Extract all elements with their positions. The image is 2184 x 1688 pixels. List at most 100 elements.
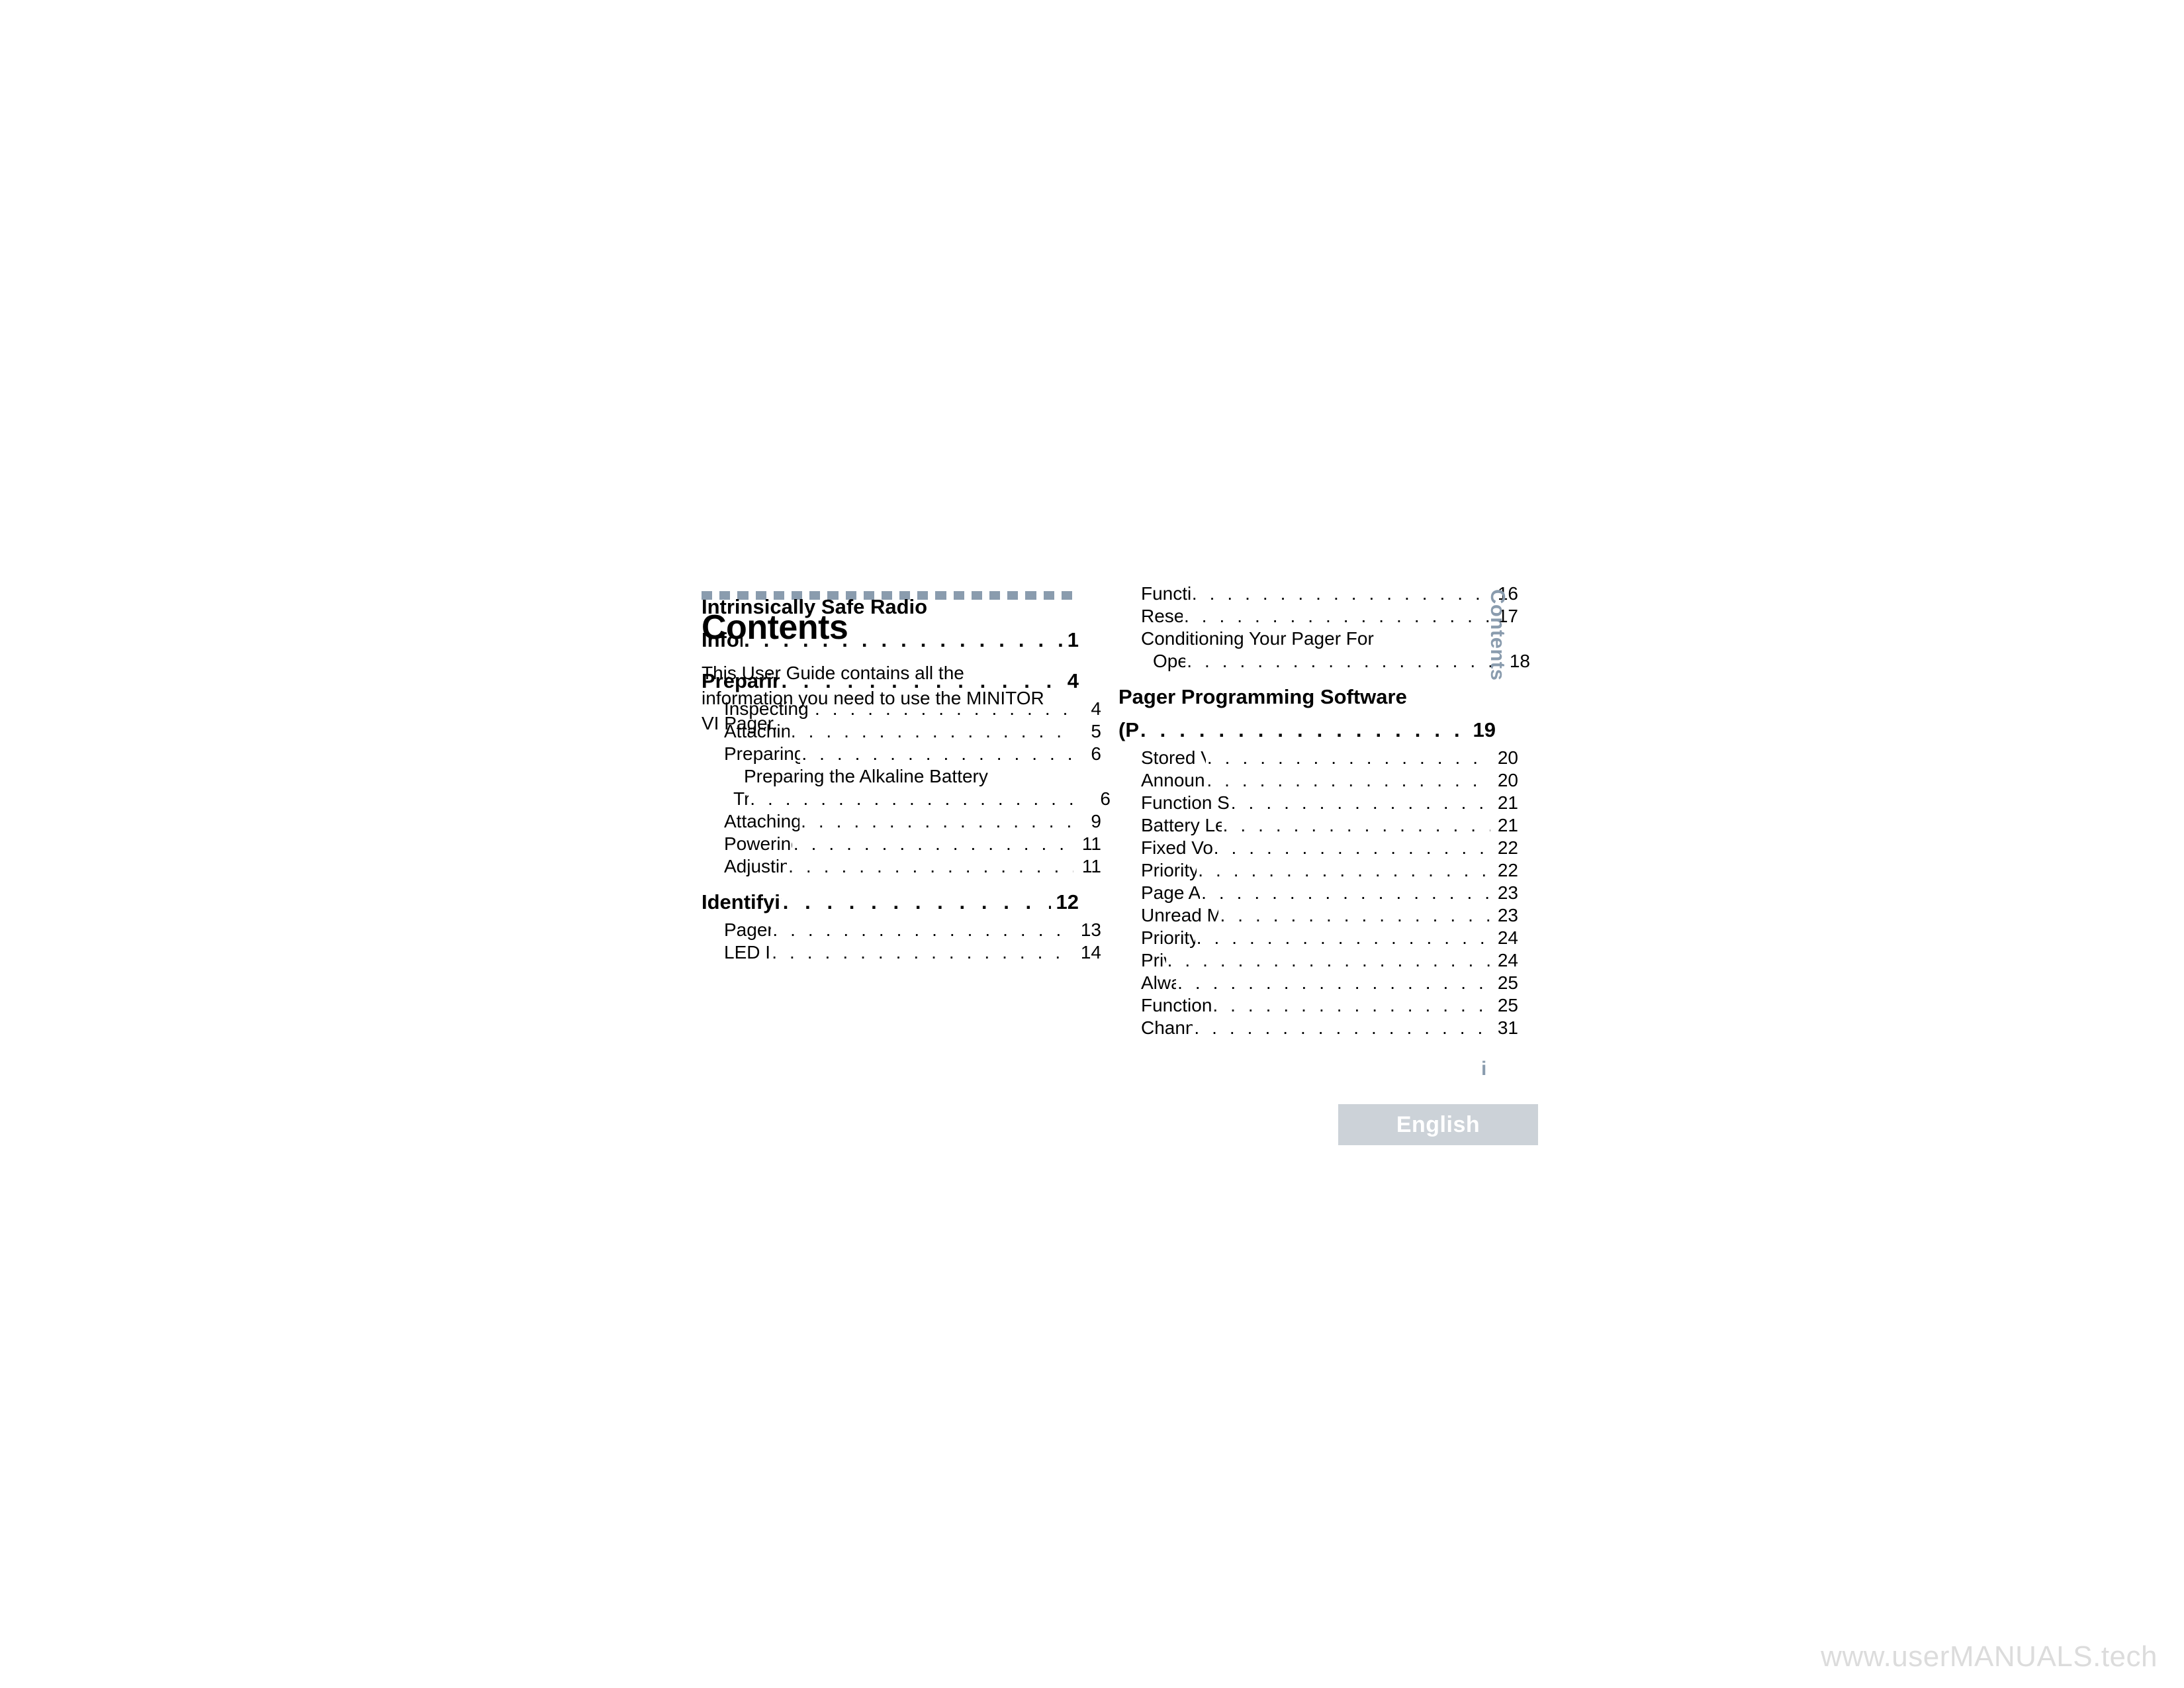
toc-leader-dots: . . . . . . . . . . . . . . . . . . . . … [1213, 837, 1490, 858]
toc-entry-label: Reset Button [1141, 606, 1183, 626]
toc-entry[interactable]: Fixed Volume Page Alert. . . . . . . . .… [1118, 837, 1518, 859]
toc-leader-dots: . . . . . . . . . . . . . . . . . . . . … [1201, 882, 1490, 903]
toc-entry-page: 31 [1497, 1017, 1518, 1038]
toc-column-right: Function Switch. . . . . . . . . . . . .… [1118, 583, 1530, 1039]
toc-entry[interactable]: Function Switch. . . . . . . . . . . . .… [1118, 583, 1518, 605]
toc-leader-dots: . . . . . . . . . . . . . . . . . . . . … [1222, 815, 1490, 835]
toc-entry[interactable]: Pager Controls. . . . . . . . . . . . . … [702, 919, 1101, 941]
toc-entry-page: 4 [1091, 698, 1101, 719]
toc-entry[interactable]: Channel Options. . . . . . . . . . . . .… [1118, 1017, 1518, 1039]
language-bar: English [1338, 1104, 1538, 1145]
toc-entry-page: 11 [1081, 833, 1101, 854]
toc-entry[interactable]: Preparing the Alkaline Battery [702, 765, 1121, 788]
toc-entry-page: 22 [1497, 837, 1518, 858]
toc-entry-label: Pager Programming Software [1118, 685, 1407, 708]
toc-leader-dots: . . . . . . . . . . . . . . . . . . . . … [1177, 972, 1490, 993]
toc-entry[interactable]: LED Indicators. . . . . . . . . . . . . … [702, 941, 1101, 964]
toc-entry-label: Function Switch Announcements [1141, 792, 1230, 813]
toc-entry-label: Adjusting the Volume [724, 856, 788, 876]
toc-entry-page: 6 [1100, 788, 1111, 809]
toc-column-left: Contents This User Guide contains all th… [702, 583, 1111, 964]
toc-entry-page: 21 [1497, 792, 1518, 813]
toc-leader-dots: . . . . . . . . . . . . . . . . . . . . … [1206, 770, 1490, 790]
toc-entry[interactable]: Function Switch Announcements. . . . . .… [1118, 792, 1518, 814]
toc-entry-label: Priority Scan Time [1141, 860, 1197, 880]
toc-entry[interactable]: Page Alert Duration. . . . . . . . . . .… [1118, 882, 1518, 904]
toc-entry[interactable]: Battery Level Announcement. . . . . . . … [1118, 814, 1518, 837]
toc-entry[interactable]: Stored Voice Duration. . . . . . . . . .… [1118, 747, 1518, 769]
toc-entry[interactable]: Powering Up the Pager. . . . . . . . . .… [702, 833, 1101, 855]
toc-entry-label: Operation [1153, 651, 1186, 671]
toc-entry[interactable]: Reset Button. . . . . . . . . . . . . . … [1118, 605, 1518, 628]
toc-entry-label: Attaching the Battery Pack [724, 811, 800, 831]
language-label: English [1396, 1111, 1480, 1137]
toc-leader-dots: . . . . . . . . . . . . . . . . . . . . … [788, 856, 1073, 876]
toc-entry[interactable]: Unread Message Reminder. . . . . . . . .… [1118, 904, 1518, 927]
toc-entry-label: Function Switch Options [1141, 995, 1212, 1015]
toc-entry[interactable]: Always On. . . . . . . . . . . . . . . .… [1118, 972, 1518, 994]
toc-entry-label: Function Switch [1141, 583, 1191, 604]
toc-entry[interactable]: Privacy. . . . . . . . . . . . . . . . .… [1118, 949, 1518, 972]
toc-entry-label: Fixed Volume Page Alert [1141, 837, 1212, 858]
toc-entry[interactable]: Identifying the Pager Controls. . . . . … [702, 886, 1079, 919]
toc-entry[interactable]: (PPS). . . . . . . . . . . . . . . . . .… [1118, 714, 1496, 747]
toc-leader-dots: . . . . . . . . . . . . . . . . . . . . … [782, 890, 1051, 914]
toc-entry-page: 21 [1497, 815, 1518, 835]
toc-leader-dots: . . . . . . . . . . . . . . . . . . . . … [1230, 792, 1490, 813]
toc-entry[interactable]: Adjusting the Volume. . . . . . . . . . … [702, 855, 1101, 878]
toc-entry-page: 20 [1497, 770, 1518, 790]
toc-entry-label: LED Indicators [724, 942, 771, 962]
toc-entry-page: 12 [1056, 890, 1079, 914]
toc-leader-dots: . . . . . . . . . . . . . . . . . . . . … [801, 811, 1073, 831]
toc-leader-dots: . . . . . . . . . . . . . . . . . . . . … [1187, 651, 1502, 671]
page-title: Contents [702, 608, 848, 647]
toc-entry[interactable]: Priority Tone Alert. . . . . . . . . . .… [1118, 927, 1518, 949]
toc-entry-label: Conditioning Your Pager For [1141, 628, 1374, 649]
toc-leader-dots: . . . . . . . . . . . . . . . . . . . . … [1212, 995, 1490, 1015]
toc-leader-dots: . . . . . . . . . . . . . . . . . . . . … [1167, 950, 1490, 970]
toc-entry-label: Channel Options [1141, 1017, 1193, 1038]
toc-entry-page: 4 [1067, 669, 1079, 692]
toc-entry-label: Pager Controls [724, 919, 772, 940]
toc-entry[interactable]: Conditioning Your Pager For [1118, 628, 1518, 650]
toc-leader-dots: . . . . . . . . . . . . . . . . . . . . … [1206, 747, 1490, 768]
toc-leader-dots: . . . . . . . . . . . . . . . . . . . . … [1191, 583, 1490, 604]
toc-entry-label: Identifying the Pager Controls [702, 890, 782, 914]
toc-entry-page: 23 [1497, 882, 1518, 903]
toc-entry[interactable]: Preparing the Battery Pack. . . . . . . … [702, 743, 1101, 765]
toc-leader-dots: . . . . . . . . . . . . . . . . . . . . … [793, 833, 1073, 854]
toc-leader-dots: . . . . . . . . . . . . . . . . . . . . … [1194, 1017, 1490, 1038]
page-content: Contents This User Guide contains all th… [702, 583, 1562, 1152]
toc-entry-page: 24 [1497, 927, 1518, 948]
toc-entry-page: 13 [1080, 919, 1101, 940]
toc-leader-dots: . . . . . . . . . . . . . . . . . . . . … [801, 743, 1073, 764]
toc-entry[interactable]: Operation. . . . . . . . . . . . . . . .… [1118, 650, 1530, 673]
toc-entry[interactable]: Tray. . . . . . . . . . . . . . . . . . … [702, 788, 1111, 810]
toc-entry-label: Tray [733, 788, 749, 809]
toc-entry[interactable]: Announcements Type. . . . . . . . . . . … [1118, 769, 1518, 792]
toc-entry-label: Preparing the Alkaline Battery [744, 766, 988, 786]
toc-leader-dots: . . . . . . . . . . . . . . . . . . . . … [772, 919, 1073, 940]
toc-entry-label: Announcements Type [1141, 770, 1205, 790]
toc-entry-label: Always On [1141, 972, 1177, 993]
site-watermark: www.userMANUALS.tech [1821, 1640, 2158, 1673]
toc-entry[interactable]: Pager Programming Software [1118, 680, 1496, 714]
toc-entry-page: 5 [1091, 721, 1101, 741]
toc-entry-page: 14 [1080, 942, 1101, 962]
toc-leader-dots: . . . . . . . . . . . . . . . . . . . . … [1183, 606, 1490, 626]
toc-leader-dots: . . . . . . . . . . . . . . . . . . . . … [772, 942, 1073, 962]
toc-entry-page: 25 [1497, 995, 1518, 1015]
toc-leader-dots: . . . . . . . . . . . . . . . . . . . . … [1220, 905, 1490, 925]
toc-entry[interactable]: Priority Scan Time. . . . . . . . . . . … [1118, 859, 1518, 882]
toc-entry-label: Battery Level Announcement [1141, 815, 1222, 835]
toc-entry-page: 22 [1497, 860, 1518, 880]
toc-entry[interactable]: Attaching the Battery Pack. . . . . . . … [702, 810, 1101, 833]
page-number-folio: i [1481, 1058, 1487, 1080]
toc-entry-label: (PPS) [1118, 718, 1139, 741]
toc-entry-label: Priority Tone Alert [1141, 927, 1195, 948]
toc-entry-page: 23 [1497, 905, 1518, 925]
toc-entry-page: 9 [1091, 811, 1101, 831]
toc-entry[interactable]: Function Switch Options. . . . . . . . .… [1118, 994, 1518, 1017]
toc-entry-label: Page Alert Duration [1141, 882, 1201, 903]
intro-paragraph: This User Guide contains all the informa… [702, 663, 1044, 733]
